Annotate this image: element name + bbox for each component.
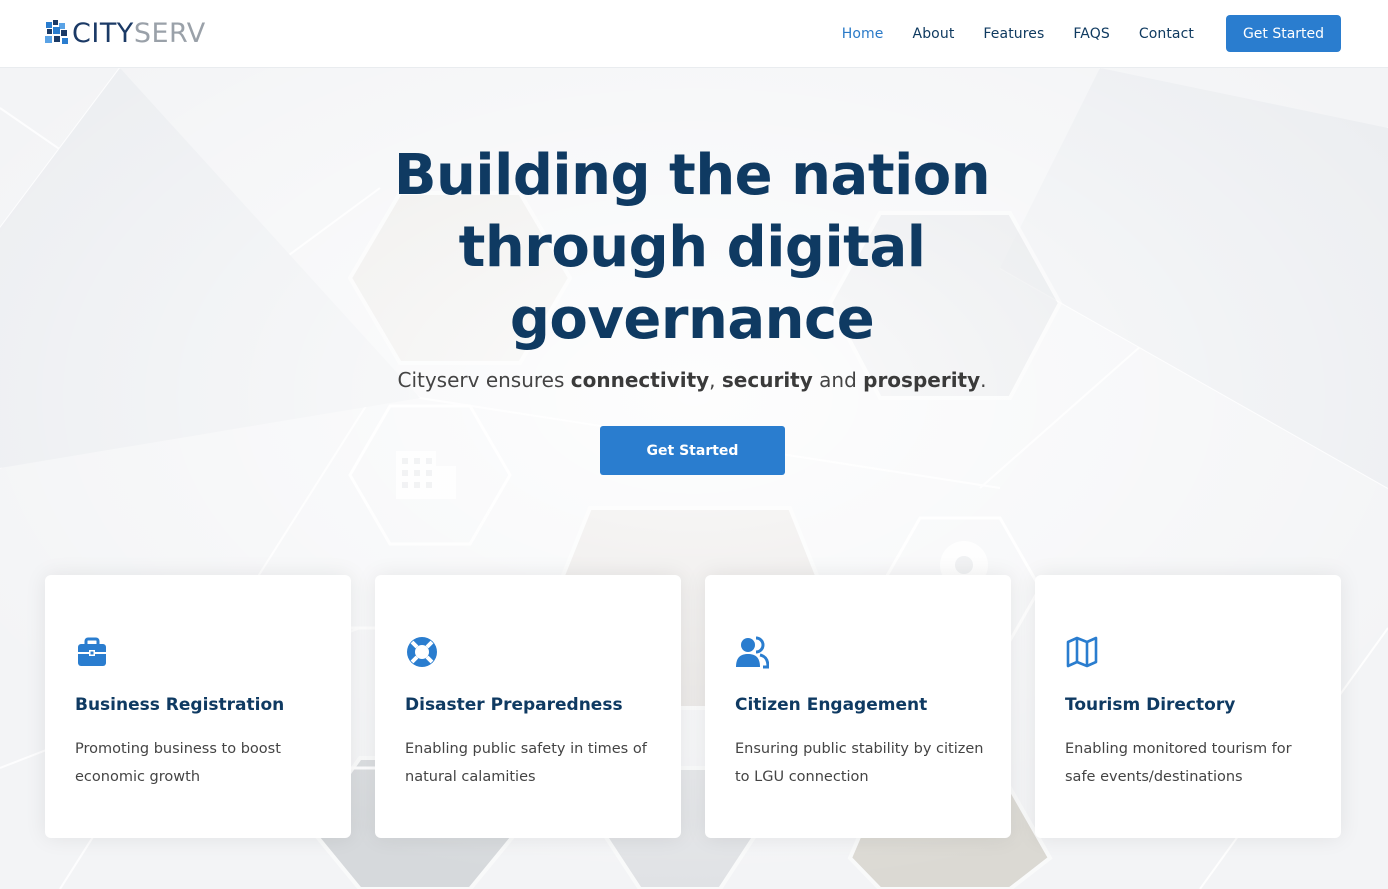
cityserv-logo[interactable]: CITYSERV <box>45 17 206 49</box>
nav-contact[interactable]: Contact <box>1139 26 1194 42</box>
feature-description-line-1: Enabling public safety in times of <box>405 741 647 757</box>
nav-faqs[interactable]: FAQS <box>1073 26 1109 42</box>
hero-subtitle-prosperity: prosperity <box>863 368 981 392</box>
feature-description-line-2: to LGU connection <box>735 769 869 785</box>
feature-description: Enabling monitored tourism for safe event… <box>1065 735 1315 791</box>
feature-title[interactable]: Disaster Preparedness <box>405 695 623 715</box>
map-icon <box>1066 636 1098 668</box>
hero-subtitle: Cityserv ensures connectivity, security … <box>290 368 1094 392</box>
feature-description: Promoting business to boost economic grow… <box>75 735 325 791</box>
feature-description: Ensuring public stability by citizen to L… <box>735 735 985 791</box>
feature-description-line-2: safe events/destinations <box>1065 769 1243 785</box>
logo-text-serv: SERV <box>133 17 206 49</box>
people-icon <box>736 636 769 669</box>
feature-card-tourism-directory[interactable]: Tourism Directory Enabling monitored tou… <box>1035 575 1341 838</box>
main-nav: Home About Features FAQS Contact Get Sta… <box>813 0 1341 67</box>
hero-subtitle-prefix: Cityserv ensures <box>397 368 571 392</box>
feature-card-citizen-engagement[interactable]: Citizen Engagement Ensuring public stabi… <box>705 575 1011 838</box>
feature-description-line-2: economic growth <box>75 769 201 785</box>
life-ring-icon <box>407 637 437 667</box>
hero-title: Building the nation through digital gove… <box>340 140 1044 356</box>
feature-card-disaster-preparedness[interactable]: Disaster Preparedness Enabling public sa… <box>375 575 681 838</box>
hero-get-started-button[interactable]: Get Started <box>600 426 785 475</box>
hero-subtitle-security: security <box>721 368 813 392</box>
site-header: CITYSERV Home About Features FAQS Contac… <box>0 0 1388 68</box>
briefcase-icon <box>78 637 106 666</box>
feature-title[interactable]: Citizen Engagement <box>735 695 927 715</box>
hero-title-line-2: through digital <box>458 215 926 280</box>
hero-subtitle-connectivity: connectivity <box>570 368 710 392</box>
feature-description-line-1: Promoting business to boost <box>75 741 281 757</box>
hero-title-line-3: governance <box>509 287 875 352</box>
hero-subtitle-sep-1: , <box>709 368 722 392</box>
feature-description-line-1: Ensuring public stability by citizen <box>735 741 984 757</box>
logo-text: CITYSERV <box>72 20 206 47</box>
header-get-started-button[interactable]: Get Started <box>1226 15 1341 52</box>
nav-features[interactable]: Features <box>983 26 1044 42</box>
nav-about[interactable]: About <box>913 26 955 42</box>
hero-subtitle-sep-2: and <box>812 368 864 392</box>
nav-home[interactable]: Home <box>842 26 884 42</box>
logo-mark-icon <box>45 20 68 44</box>
hero-title-line-1: Building the nation <box>393 143 991 208</box>
feature-title[interactable]: Business Registration <box>75 695 284 715</box>
logo-text-city: CITY <box>72 17 134 49</box>
feature-description-line-2: natural calamities <box>405 769 536 785</box>
hero-subtitle-end: . <box>980 368 987 392</box>
feature-title[interactable]: Tourism Directory <box>1065 695 1235 715</box>
feature-description-line-1: Enabling monitored tourism for <box>1065 741 1292 757</box>
feature-description: Enabling public safety in times of natura… <box>405 735 655 791</box>
feature-card-business-registration[interactable]: Business Registration Promoting business… <box>45 575 351 838</box>
